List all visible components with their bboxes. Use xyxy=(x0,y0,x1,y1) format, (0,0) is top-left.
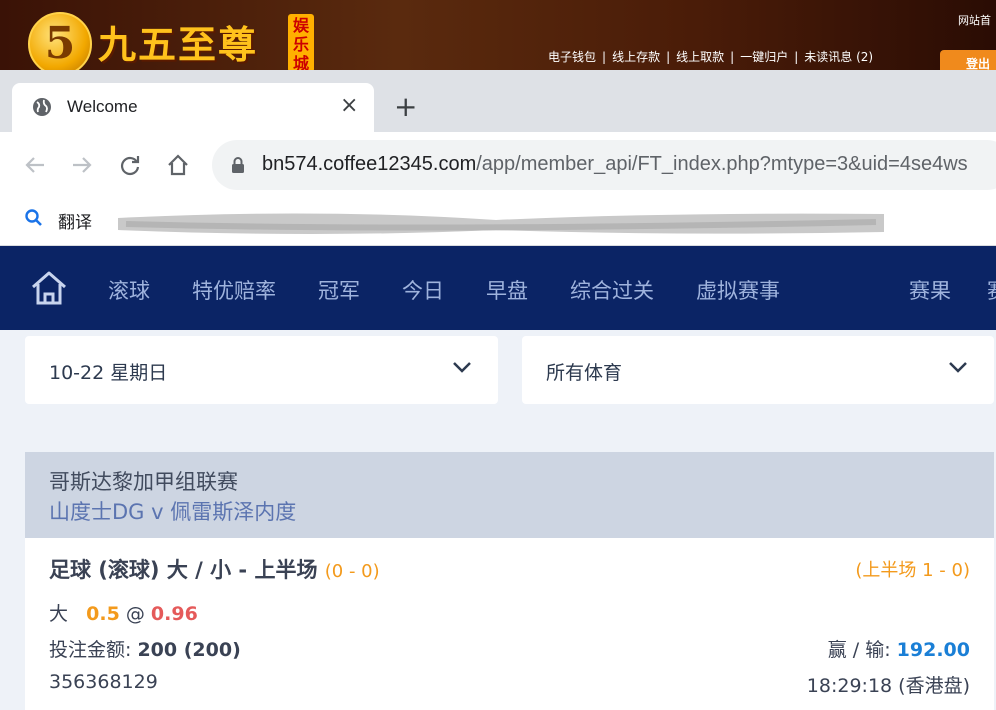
nav-today[interactable]: 今日 xyxy=(402,275,444,305)
url-path: /app/member_api/FT_index.php?mtype=3&uid… xyxy=(476,153,968,175)
link-unread-messages[interactable]: 未读讯息 (2) xyxy=(804,50,873,64)
lock-icon xyxy=(232,157,244,173)
stake-value: 200 (200) xyxy=(137,639,241,661)
browser-tabstrip: Welcome × + xyxy=(0,70,996,132)
home-icon[interactable] xyxy=(30,270,68,306)
url-text: bn574.coffee12345.com/app/member_api/FT_… xyxy=(262,153,968,176)
bet-market: 足球 (滚球) 大 / 小 - 上半场 xyxy=(49,558,318,582)
league-name: 哥斯达黎加甲组联赛 xyxy=(49,470,238,494)
chevron-down-icon xyxy=(453,362,471,373)
redaction-scribble xyxy=(118,213,884,234)
ticket-id: 356368129 xyxy=(49,671,158,693)
logo-circle-icon: 5 xyxy=(28,12,92,70)
stake: 投注金额: 200 (200) xyxy=(49,635,241,662)
win-loss-label: 赢 / 输: xyxy=(827,639,891,661)
logout-button[interactable]: 登出 xyxy=(940,50,996,70)
stake-label: 投注金额: xyxy=(49,639,132,661)
logo-badge: 娱乐城 xyxy=(288,14,314,70)
odds-value: 0.96 xyxy=(150,603,198,625)
address-bar[interactable]: bn574.coffee12345.com/app/member_api/FT_… xyxy=(212,140,996,190)
link-deposit[interactable]: 线上存款 xyxy=(612,50,660,64)
bet-detail: 足球 (滚球) 大 / 小 - 上半场 (0 - 0) (上半场 1 - 0) … xyxy=(25,538,994,710)
bet-time: 18:29:18 (香港盘) xyxy=(806,675,970,697)
league-header: 哥斯达黎加甲组联赛 山度士DG v 佩雷斯泽内度 xyxy=(25,452,994,538)
half-time-score: (上半场 1 - 0) xyxy=(855,560,970,581)
nav-more[interactable]: 赛 xyxy=(987,275,996,305)
back-arrow-icon[interactable] xyxy=(20,150,50,180)
link-e-wallet[interactable]: 电子钱包 xyxy=(548,50,596,64)
home-icon[interactable] xyxy=(163,150,193,180)
bookmarks-bar: 翻译 xyxy=(0,198,996,246)
date-select[interactable]: 10-22 星期日 xyxy=(25,336,498,404)
link-withdraw[interactable]: 线上取款 xyxy=(676,50,724,64)
bet-title: 足球 (滚球) 大 / 小 - 上半场 (0 - 0) xyxy=(49,554,380,584)
match-teams: 山度士DG v 佩雷斯泽内度 xyxy=(49,500,297,524)
sport-select-value: 所有体育 xyxy=(546,362,623,384)
account-links: 电子钱包 | 线上存款 | 线上取款 | 一键归户 | 未读讯息 (2) xyxy=(548,50,874,64)
search-icon xyxy=(25,209,42,226)
forward-arrow-icon[interactable] xyxy=(67,150,97,180)
casino-banner: 5 九五至尊 娱乐城 网站首 电子钱包 | 线上存款 | 线上取款 | 一键归户 | 未读讯息 … xyxy=(0,0,996,70)
nav-in-play[interactable]: 滚球 xyxy=(108,275,150,305)
nav-results[interactable]: 赛果 xyxy=(909,275,951,305)
logo-text: 九五至尊 xyxy=(98,22,259,67)
globe-icon xyxy=(33,98,51,116)
new-tab-icon[interactable]: + xyxy=(394,93,417,121)
browser-tab[interactable]: Welcome × xyxy=(12,83,374,132)
nav-best-odds[interactable]: 特优赔率 xyxy=(192,275,276,305)
handicap-value: 0.5 xyxy=(86,603,120,625)
date-select-value: 10-22 星期日 xyxy=(49,362,168,384)
nav-early[interactable]: 早盘 xyxy=(486,275,528,305)
tab-title: Welcome xyxy=(67,97,138,116)
nav-parlay[interactable]: 综合过关 xyxy=(570,275,654,305)
nav-virtual[interactable]: 虚拟赛事 xyxy=(696,275,780,305)
pick-label: 大 xyxy=(49,603,69,625)
browser-toolbar: bn574.coffee12345.com/app/member_api/FT_… xyxy=(0,132,996,198)
bet-selection: 大 0.5 @ 0.96 xyxy=(49,599,198,626)
chevron-down-icon xyxy=(949,362,967,373)
bookmark-translate[interactable]: 翻译 xyxy=(58,208,92,233)
win-loss: 赢 / 输: 192.00 xyxy=(828,635,970,662)
link-consolidate[interactable]: 一键归户 xyxy=(740,50,788,64)
url-host: bn574.coffee12345.com xyxy=(262,153,477,175)
reload-icon[interactable] xyxy=(115,150,145,180)
site-home-link[interactable]: 网站首 xyxy=(958,12,991,28)
win-loss-value: 192.00 xyxy=(896,639,970,661)
bet-score: (0 - 0) xyxy=(324,561,380,582)
sport-select[interactable]: 所有体育 xyxy=(522,336,994,404)
at-sign: @ xyxy=(125,603,145,625)
nav-outright[interactable]: 冠军 xyxy=(318,275,360,305)
sportsbook-nav: 滚球 特优赔率 冠军 今日 早盘 综合过关 虚拟赛事 赛果 赛 xyxy=(0,246,996,330)
close-icon[interactable]: × xyxy=(340,95,358,117)
